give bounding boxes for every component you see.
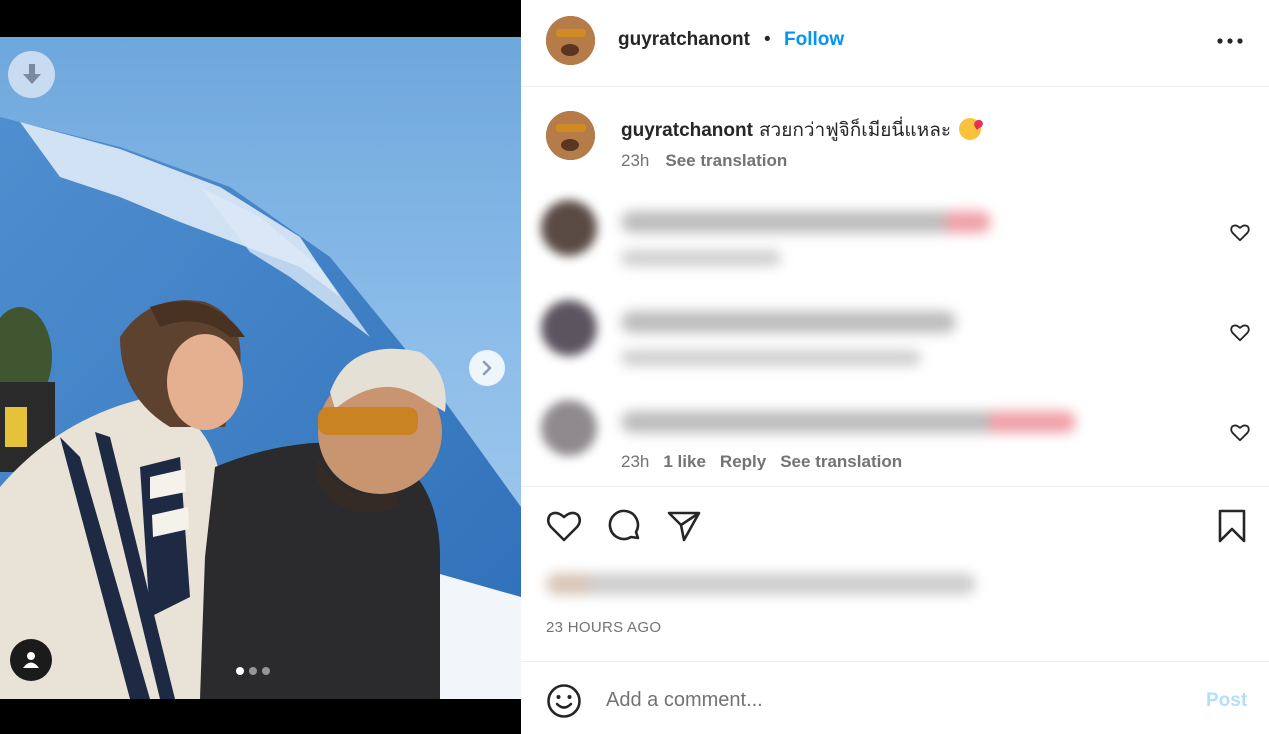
caption-text: สวยกว่าฟูจิก็เมียนี่แหละ [758,120,952,141]
arrow-down-icon [22,63,41,84]
post-author-username[interactable]: guyratchanont [618,29,750,51]
post-comment-button[interactable]: Post [1206,690,1247,712]
post-photo[interactable] [0,37,521,699]
blurred-comment-meta [621,250,781,266]
heart-icon[interactable] [545,507,583,545]
more-options-button[interactable] [1215,28,1245,54]
post-media [0,0,521,734]
bookmark-icon[interactable] [1213,507,1251,545]
see-translation-link[interactable]: See translation [780,452,902,470]
avatar[interactable] [541,300,597,356]
avatar[interactable] [541,200,597,256]
chevron-right-icon [482,360,492,376]
photo-illustration [0,117,521,699]
avatar-image [546,16,595,65]
kiss-emoji-icon [959,118,982,140]
post-sidebar: guyratchanont • Follow guyratchanont สวยก… [521,0,1269,734]
blurred-comment-meta [621,350,921,366]
heart-icon[interactable] [1229,421,1251,443]
caption-line: guyratchanont สวยกว่าฟูจิก็เมียนี่แหละ [621,115,982,145]
comment-icon[interactable] [605,507,643,545]
caption-username[interactable]: guyratchanont [621,120,753,141]
list-item [521,190,1269,290]
comment-time[interactable]: 23h [621,452,649,470]
blurred-comment-text [621,411,1076,433]
send-icon[interactable] [665,507,703,545]
avatar-image [546,111,595,160]
post-header: guyratchanont • Follow [521,0,1269,87]
slide-dot [262,667,270,675]
comment-likes[interactable]: 1 like [663,452,706,470]
slide-indicator [236,667,270,675]
next-slide-button[interactable] [469,350,505,386]
comments-list: 23h 1 like Reply See translation [521,190,1269,470]
post-caption: guyratchanont สวยกว่าฟูจิก็เมียนี่แหละ 23… [521,87,1269,187]
see-translation-link[interactable]: See translation [665,151,787,170]
caption-meta: 23h See translation [621,151,787,171]
list-item [521,290,1269,390]
avatar[interactable] [546,111,595,160]
tagged-users-button[interactable] [10,639,52,681]
blurred-comment-text [621,311,956,333]
caption-time[interactable]: 23h [621,151,649,170]
separator-dot: • [764,29,771,50]
slide-dot [236,667,244,675]
comment-input[interactable] [606,685,1166,715]
post-timestamp: 23 HOURS AGO [546,619,662,636]
more-horizontal-icon [1217,38,1243,44]
person-icon [23,652,39,668]
heart-icon[interactable] [1229,321,1251,343]
heart-icon[interactable] [1229,221,1251,243]
blurred-comment-text [621,211,991,233]
emoji-icon[interactable] [546,683,582,719]
blurred-likes-summary [546,573,976,595]
avatar[interactable] [546,16,595,65]
comment-composer: Post [521,661,1269,734]
avatar[interactable] [541,400,597,456]
post-actions: 23 HOURS AGO [521,486,1269,661]
slide-dot [249,667,257,675]
reply-button[interactable]: Reply [720,452,766,470]
download-button[interactable] [8,51,55,98]
follow-button[interactable]: Follow [784,29,844,51]
comment-meta: 23h 1 like Reply See translation [621,452,916,470]
